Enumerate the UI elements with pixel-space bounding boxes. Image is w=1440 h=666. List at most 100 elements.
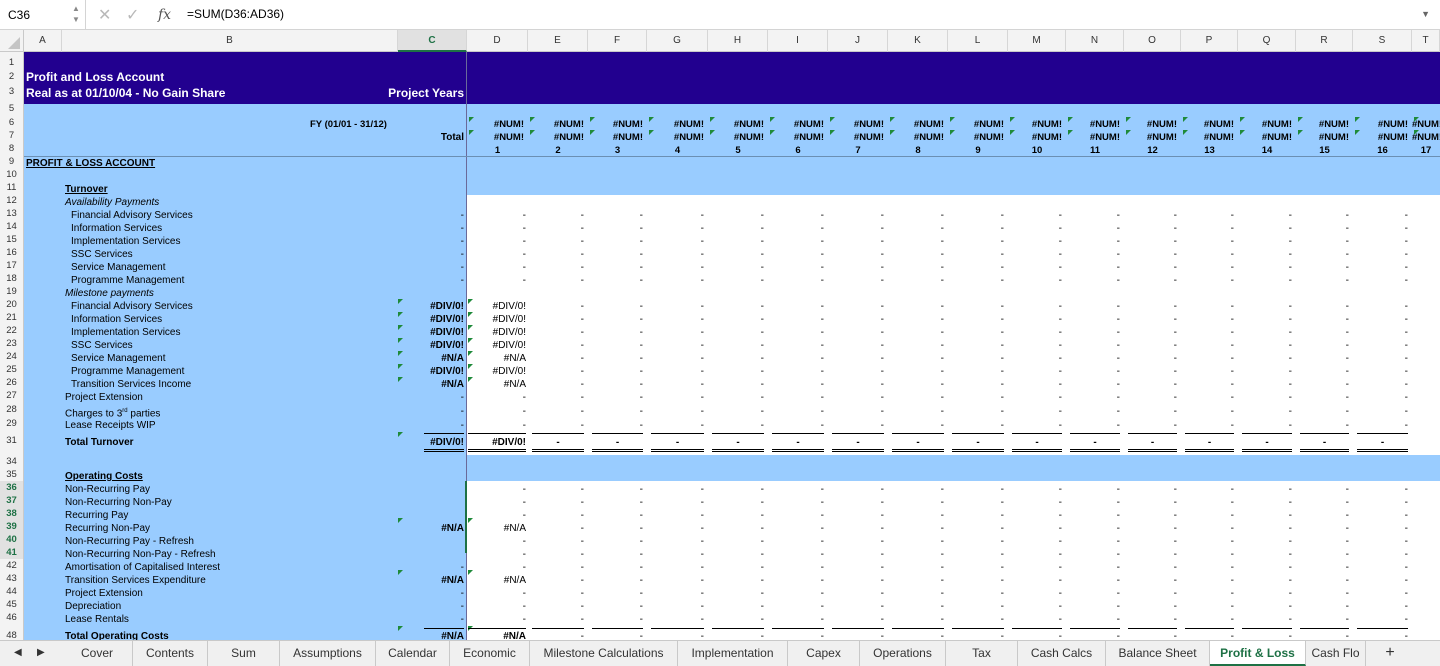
row-header-42[interactable]: 42 — [0, 559, 23, 572]
row-header-35[interactable]: 35 — [0, 468, 23, 481]
row-header-26[interactable]: 26 — [0, 376, 23, 389]
row-header-10[interactable]: 10 — [0, 168, 23, 181]
row-header-39[interactable]: 39 — [0, 520, 23, 533]
row-header-38[interactable]: 38 — [0, 507, 23, 520]
row-header-29[interactable]: 29 — [0, 417, 23, 430]
row-header-6[interactable]: 6 — [0, 116, 23, 129]
row-header-31[interactable]: 31 — [0, 434, 23, 447]
tab-contents[interactable]: Contents — [133, 641, 208, 666]
column-header-f[interactable]: F — [588, 30, 647, 52]
tab-tax[interactable]: Tax — [946, 641, 1018, 666]
row-header-17[interactable]: 17 — [0, 259, 23, 272]
column-header-p[interactable]: P — [1181, 30, 1238, 52]
tab-prev-icon[interactable]: ◀ — [14, 647, 22, 658]
column-header-m[interactable]: M — [1008, 30, 1066, 52]
row-header-14[interactable]: 14 — [0, 220, 23, 233]
zero-value: - — [1173, 575, 1177, 586]
tab-calendar[interactable]: Calendar — [376, 641, 450, 666]
column-header-i[interactable]: I — [768, 30, 828, 52]
row-header-28[interactable]: 28 — [0, 403, 23, 416]
row-header-41[interactable]: 41 — [0, 546, 23, 559]
tab-cover[interactable]: Cover — [62, 641, 133, 666]
column-header-n[interactable]: N — [1066, 30, 1124, 52]
tab-cash-calcs[interactable]: Cash Calcs — [1018, 641, 1106, 666]
column-header-k[interactable]: K — [888, 30, 948, 52]
column-header-q[interactable]: Q — [1238, 30, 1296, 52]
row-header-22[interactable]: 22 — [0, 324, 23, 337]
tab-cash-flo[interactable]: Cash Flo — [1306, 641, 1366, 666]
tab-next-icon[interactable]: ▶ — [37, 647, 45, 658]
row-header-12[interactable]: 12 — [0, 194, 23, 207]
tab-operations[interactable]: Operations — [860, 641, 946, 666]
subtotal-line — [1070, 628, 1120, 629]
zero-value: - — [580, 601, 584, 612]
column-header-h[interactable]: H — [708, 30, 768, 52]
select-all-button[interactable] — [0, 30, 24, 52]
tab-balance-sheet[interactable]: Balance Sheet — [1106, 641, 1210, 666]
row-header-37[interactable]: 37 — [0, 494, 23, 507]
tab-implementation[interactable]: Implementation — [678, 641, 788, 666]
formula-input[interactable]: =SUM(D36:AD36) — [187, 7, 284, 21]
row-header-9[interactable]: 9 — [0, 155, 23, 168]
row-header-13[interactable]: 13 — [0, 207, 23, 220]
tab-capex[interactable]: Capex — [788, 641, 860, 666]
tab-assumptions[interactable]: Assumptions — [280, 641, 376, 666]
row-header-18[interactable]: 18 — [0, 272, 23, 285]
column-header-a[interactable]: A — [24, 30, 62, 52]
row-header-46[interactable]: 46 — [0, 611, 23, 624]
row-header-11[interactable]: 11 — [0, 181, 23, 194]
year-number: 17 — [1420, 145, 1432, 156]
close-icon[interactable]: ✕ — [98, 5, 111, 25]
row-header-16[interactable]: 16 — [0, 246, 23, 259]
row-header-19[interactable]: 19 — [0, 285, 23, 298]
row-header-23[interactable]: 23 — [0, 337, 23, 350]
column-header-t[interactable]: T — [1412, 30, 1440, 52]
column-header-e[interactable]: E — [528, 30, 588, 52]
row-header-21[interactable]: 21 — [0, 311, 23, 324]
row-header-7[interactable]: 7 — [0, 129, 23, 142]
column-header-j[interactable]: J — [828, 30, 888, 52]
availability-item: Implementation Services — [71, 236, 181, 247]
add-sheet-button[interactable]: + — [1376, 643, 1404, 665]
zero-value: - — [820, 575, 824, 586]
row-header-5[interactable]: 5 — [0, 102, 23, 115]
column-header-d[interactable]: D — [467, 30, 528, 52]
row-header-44[interactable]: 44 — [0, 585, 23, 598]
spreadsheet-grid[interactable]: Profit and Loss Account Real as at 01/10… — [24, 52, 1440, 640]
row-header-36[interactable]: 36 — [0, 481, 23, 494]
tab-sum[interactable]: Sum — [208, 641, 280, 666]
name-box-stepper-icon[interactable]: ▲ ▼ — [72, 3, 82, 25]
zero-value: - — [639, 575, 643, 586]
row-header-20[interactable]: 20 — [0, 298, 23, 311]
row-header-3[interactable]: 3 — [0, 85, 23, 98]
column-header-o[interactable]: O — [1124, 30, 1181, 52]
num-error-row7: #NUM! — [493, 132, 524, 143]
column-header-g[interactable]: G — [647, 30, 708, 52]
row-header-45[interactable]: 45 — [0, 598, 23, 611]
row-header-43[interactable]: 43 — [0, 572, 23, 585]
column-header-b[interactable]: B — [62, 30, 398, 52]
row-header-8[interactable]: 8 — [0, 142, 23, 155]
zero-value: - — [700, 314, 704, 325]
row-header-40[interactable]: 40 — [0, 533, 23, 546]
zero-value: - — [1173, 406, 1177, 417]
chevron-down-icon[interactable]: ▼ — [1421, 9, 1430, 19]
check-icon[interactable]: ✓ — [126, 5, 139, 25]
zero-value: - — [700, 588, 704, 599]
row-header-34[interactable]: 34 — [0, 455, 23, 468]
row-header-2[interactable]: 2 — [0, 70, 23, 83]
opcost-item: Recurring Non-Pay — [65, 523, 151, 534]
row-header-25[interactable]: 25 — [0, 363, 23, 376]
row-header-27[interactable]: 27 — [0, 389, 23, 402]
row-header-1[interactable]: 1 — [0, 56, 23, 69]
tab-profit-loss[interactable]: Profit & Loss — [1210, 641, 1306, 666]
column-header-s[interactable]: S — [1353, 30, 1412, 52]
tab-economic[interactable]: Economic — [450, 641, 530, 666]
column-header-c[interactable]: C — [398, 30, 467, 52]
fx-icon[interactable]: fx — [158, 7, 171, 23]
row-header-15[interactable]: 15 — [0, 233, 23, 246]
column-header-l[interactable]: L — [948, 30, 1008, 52]
column-header-r[interactable]: R — [1296, 30, 1353, 52]
tab-milestone-calculations[interactable]: Milestone Calculations — [530, 641, 678, 666]
row-header-24[interactable]: 24 — [0, 350, 23, 363]
